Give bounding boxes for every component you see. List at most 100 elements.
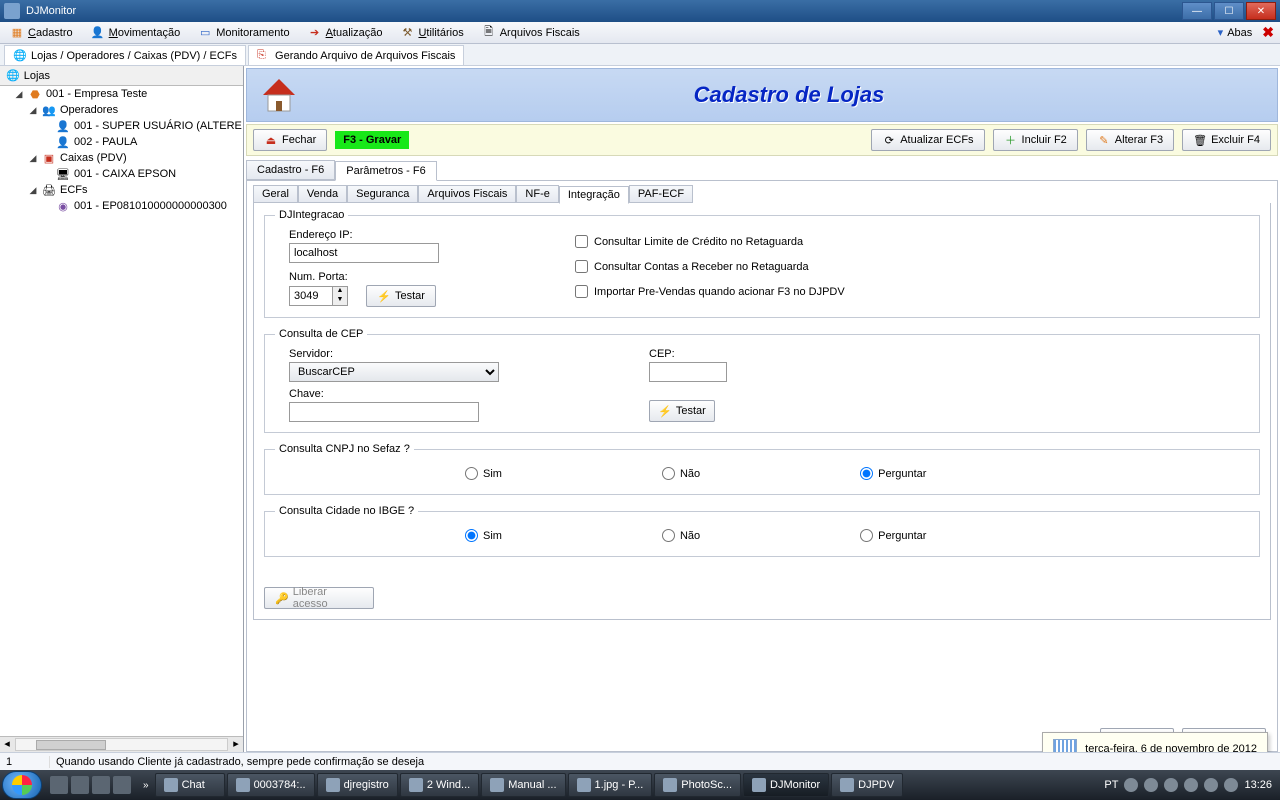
status-message: Quando usando Cliente já cadastrado, sem… bbox=[50, 756, 424, 768]
ibge-nao[interactable]: Não bbox=[662, 529, 700, 542]
spin-up-icon[interactable]: ▲ bbox=[333, 287, 347, 296]
task-manual[interactable]: Manual ... bbox=[481, 773, 565, 797]
page-title: Cadastro de Lojas bbox=[313, 82, 1265, 108]
ip-label: Endereço IP: bbox=[289, 229, 545, 241]
tree[interactable]: ◢⬣001 - Empresa Teste ◢👥Operadores 👤001 … bbox=[0, 86, 243, 736]
lang-indicator[interactable]: PT bbox=[1104, 779, 1118, 791]
exit-icon: ⏏ bbox=[264, 133, 278, 147]
tray-icon[interactable] bbox=[1124, 778, 1138, 792]
tree-op2[interactable]: 👤002 - PAULA bbox=[42, 134, 243, 150]
tab-parametros-f6[interactable]: Parâmetros - F6 bbox=[335, 161, 436, 181]
gravar-highlight: F3 - Gravar bbox=[335, 131, 409, 149]
close-all-icon[interactable]: ✖ bbox=[1262, 24, 1274, 41]
user-icon: 👤 bbox=[56, 135, 70, 149]
cep-input[interactable] bbox=[649, 362, 727, 382]
tab-arquivos-fiscais[interactable]: Arquivos Fiscais bbox=[418, 185, 516, 203]
spin-down-icon[interactable]: ▼ bbox=[333, 296, 347, 305]
porta-spinner[interactable]: ▲▼ bbox=[289, 286, 348, 306]
porta-input[interactable] bbox=[289, 286, 333, 306]
task-2wind[interactable]: 2 Wind... bbox=[400, 773, 479, 797]
globe-icon: 🌐 bbox=[6, 69, 20, 82]
tray-icon[interactable] bbox=[1224, 778, 1238, 792]
task-1jpg[interactable]: 1.jpg - P... bbox=[568, 773, 653, 797]
menu-arquivos-fiscais[interactable]: 🗎Arquivos Fiscais bbox=[478, 24, 584, 42]
servidor-label: Servidor: bbox=[289, 348, 619, 360]
task-djregistro[interactable]: djregistro bbox=[317, 773, 398, 797]
chk-importar-prevendas[interactable]: Importar Pre-Vendas quando acionar F3 no… bbox=[575, 285, 845, 298]
task-djpdv[interactable]: DJPDV bbox=[831, 773, 903, 797]
doctab-gerando[interactable]: ⎘Gerando Arquivo de Arquivos Fiscais bbox=[248, 45, 464, 65]
cnpj-nao[interactable]: Não bbox=[662, 467, 700, 480]
ql-icon[interactable] bbox=[92, 776, 110, 794]
tree-ecfs[interactable]: ◢🖨ECFs bbox=[28, 182, 243, 198]
alterar-button[interactable]: ✎Alterar F3 bbox=[1086, 129, 1174, 151]
fechar-button[interactable]: ⏏Fechar bbox=[253, 129, 327, 151]
menu-monitoramento[interactable]: ▭Monitoramento bbox=[194, 24, 293, 42]
liberar-acesso-button[interactable]: 🔑Liberar acesso bbox=[264, 587, 374, 609]
tab-venda[interactable]: Venda bbox=[298, 185, 347, 203]
task-chat[interactable]: Chat bbox=[155, 773, 225, 797]
porta-label: Num. Porta: bbox=[289, 271, 545, 283]
menu-movimentacao[interactable]: 👤Movimentação bbox=[87, 24, 185, 42]
tab-paf-ecf[interactable]: PAF-ECF bbox=[629, 185, 693, 203]
ecf-icon: ◉ bbox=[56, 199, 70, 213]
key-icon: 🔑 bbox=[275, 591, 289, 605]
sidebar-scrollbar[interactable]: ◂ ▸ bbox=[0, 736, 243, 752]
atualizar-ecfs-button[interactable]: ⟳Atualizar ECFs bbox=[871, 129, 984, 151]
tab-geral[interactable]: Geral bbox=[253, 185, 298, 203]
chk-limite-credito[interactable]: Consultar Limite de Crédito no Retaguard… bbox=[575, 235, 845, 248]
doctab-lojas[interactable]: 🌐Lojas / Operadores / Caixas (PDV) / ECF… bbox=[4, 45, 246, 65]
cnpj-group: Consulta CNPJ no Sefaz ? Sim Não Pergunt… bbox=[264, 443, 1260, 495]
tabs-level2: Geral Venda Seguranca Arquivos Fiscais N… bbox=[253, 185, 1271, 203]
tree-cx1[interactable]: 🖥001 - CAIXA EPSON bbox=[42, 166, 243, 182]
abas-toggle[interactable]: ▾Abas bbox=[1218, 26, 1253, 39]
ql-icon[interactable] bbox=[113, 776, 131, 794]
tree-caixas[interactable]: ◢▣Caixas (PDV) bbox=[28, 150, 243, 166]
ip-input[interactable] bbox=[289, 243, 439, 263]
tree-op1[interactable]: 👤001 - SUPER USUÁRIO (ALTERE bbox=[42, 118, 243, 134]
cnpj-sim[interactable]: Sim bbox=[465, 467, 502, 480]
tray-icon[interactable] bbox=[1164, 778, 1178, 792]
chevron-right-icon[interactable]: » bbox=[139, 780, 153, 791]
menu-utilitarios[interactable]: ⚒Utilitários bbox=[396, 24, 467, 42]
servidor-select[interactable]: BuscarCEP bbox=[289, 362, 499, 382]
testar-djint-button[interactable]: ⚡Testar bbox=[366, 285, 436, 307]
tray-icon[interactable] bbox=[1204, 778, 1218, 792]
chk-contas-receber[interactable]: Consultar Contas a Receber no Retaguarda bbox=[575, 260, 845, 273]
clock[interactable]: 13:26 bbox=[1244, 779, 1272, 791]
close-button[interactable]: ✕ bbox=[1246, 2, 1276, 20]
minimize-button[interactable]: — bbox=[1182, 2, 1212, 20]
tray-icon[interactable] bbox=[1184, 778, 1198, 792]
task-djmonitor[interactable]: DJMonitor bbox=[743, 773, 829, 797]
testar-cep-button[interactable]: ⚡Testar bbox=[649, 400, 715, 422]
tab-nfe[interactable]: NF-e bbox=[516, 185, 558, 203]
house-icon bbox=[259, 75, 299, 115]
maximize-button[interactable]: ☐ bbox=[1214, 2, 1244, 20]
task-photosc[interactable]: PhotoSc... bbox=[654, 773, 741, 797]
task-0003784[interactable]: 0003784:.. bbox=[227, 773, 315, 797]
ibge-perguntar[interactable]: Perguntar bbox=[860, 529, 926, 542]
menu-atualizacao[interactable]: ➔Atualização bbox=[304, 24, 387, 42]
tree-operadores[interactable]: ◢👥Operadores bbox=[28, 102, 243, 118]
tab-seguranca[interactable]: Seguranca bbox=[347, 185, 418, 203]
form-icon: ▦ bbox=[10, 26, 24, 40]
menu-cadastro[interactable]: ▦Cadastro bbox=[6, 24, 77, 42]
cnpj-perguntar[interactable]: Perguntar bbox=[860, 467, 926, 480]
excluir-button[interactable]: 🗑Excluir F4 bbox=[1182, 129, 1271, 151]
ql-icon[interactable] bbox=[50, 776, 68, 794]
tab-integracao[interactable]: Integração bbox=[559, 186, 629, 204]
tab-cadastro-f6[interactable]: Cadastro - F6 bbox=[246, 160, 335, 180]
ql-icon[interactable] bbox=[71, 776, 89, 794]
sidebar: 🌐Lojas ◢⬣001 - Empresa Teste ◢👥Operadore… bbox=[0, 66, 244, 752]
ibge-sim[interactable]: Sim bbox=[465, 529, 502, 542]
menubar: ▦Cadastro 👤Movimentação ▭Monitoramento ➔… bbox=[0, 22, 1280, 44]
incluir-button[interactable]: ＋Incluir F2 bbox=[993, 129, 1078, 151]
djintegracao-legend: DJIntegracao bbox=[275, 209, 348, 221]
tray-icon[interactable] bbox=[1144, 778, 1158, 792]
start-button[interactable] bbox=[2, 771, 42, 799]
tree-company[interactable]: ◢⬣001 - Empresa Teste bbox=[14, 86, 243, 102]
chave-input[interactable] bbox=[289, 402, 479, 422]
cep-group: Consulta de CEP Servidor: BuscarCEP Chav… bbox=[264, 328, 1260, 433]
tree-ecf1[interactable]: ◉001 - EP081010000000000300 bbox=[42, 198, 243, 214]
ibge-group: Consulta Cidade no IBGE ? Sim Não Pergun… bbox=[264, 505, 1260, 557]
